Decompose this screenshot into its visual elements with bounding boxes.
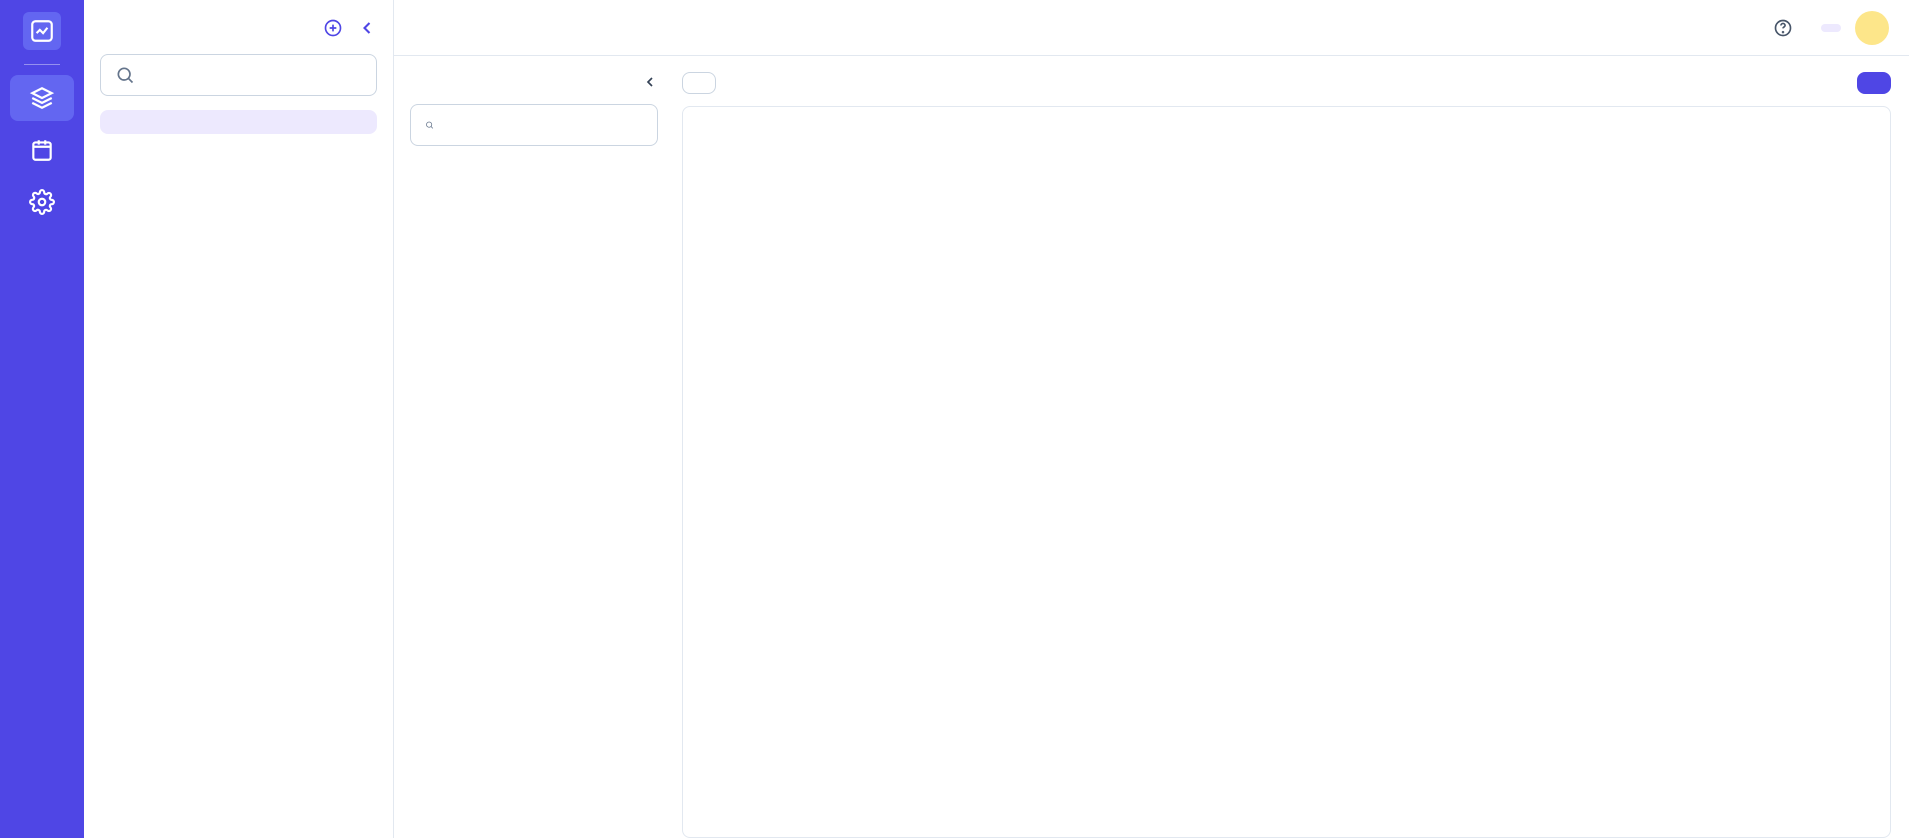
tabs: [394, 0, 538, 55]
editor-panel: [674, 56, 1909, 838]
save-button[interactable]: [1857, 72, 1891, 94]
brand-logo[interactable]: [23, 12, 61, 50]
beta-badge: [1821, 24, 1841, 32]
pipelines-panel: [84, 0, 394, 838]
pipeline-search[interactable]: [100, 54, 377, 96]
nav-item-settings[interactable]: [10, 179, 74, 225]
connectors-list: [410, 160, 658, 838]
add-template-button[interactable]: [682, 72, 716, 94]
nav-rail: [0, 0, 84, 838]
user-avatar[interactable]: [1855, 11, 1889, 45]
nav-divider: [24, 64, 60, 65]
collapse-panel-icon[interactable]: [357, 18, 377, 38]
nav-item-schedules[interactable]: [10, 127, 74, 173]
pipeline-search-input[interactable]: [145, 67, 362, 84]
search-icon: [425, 115, 434, 135]
topbar: [394, 0, 1909, 56]
connector-search[interactable]: [410, 104, 658, 146]
collapse-connectors-icon[interactable]: [642, 74, 658, 90]
search-icon: [115, 65, 135, 85]
connectors-panel: [394, 56, 674, 838]
nav-item-pipeline[interactable]: [10, 75, 74, 121]
code-editor[interactable]: [682, 106, 1891, 838]
add-pipeline-icon[interactable]: [323, 18, 343, 38]
pipeline-item[interactable]: [100, 110, 377, 134]
connector-search-input[interactable]: [444, 117, 643, 134]
help-icon[interactable]: [1773, 18, 1793, 38]
